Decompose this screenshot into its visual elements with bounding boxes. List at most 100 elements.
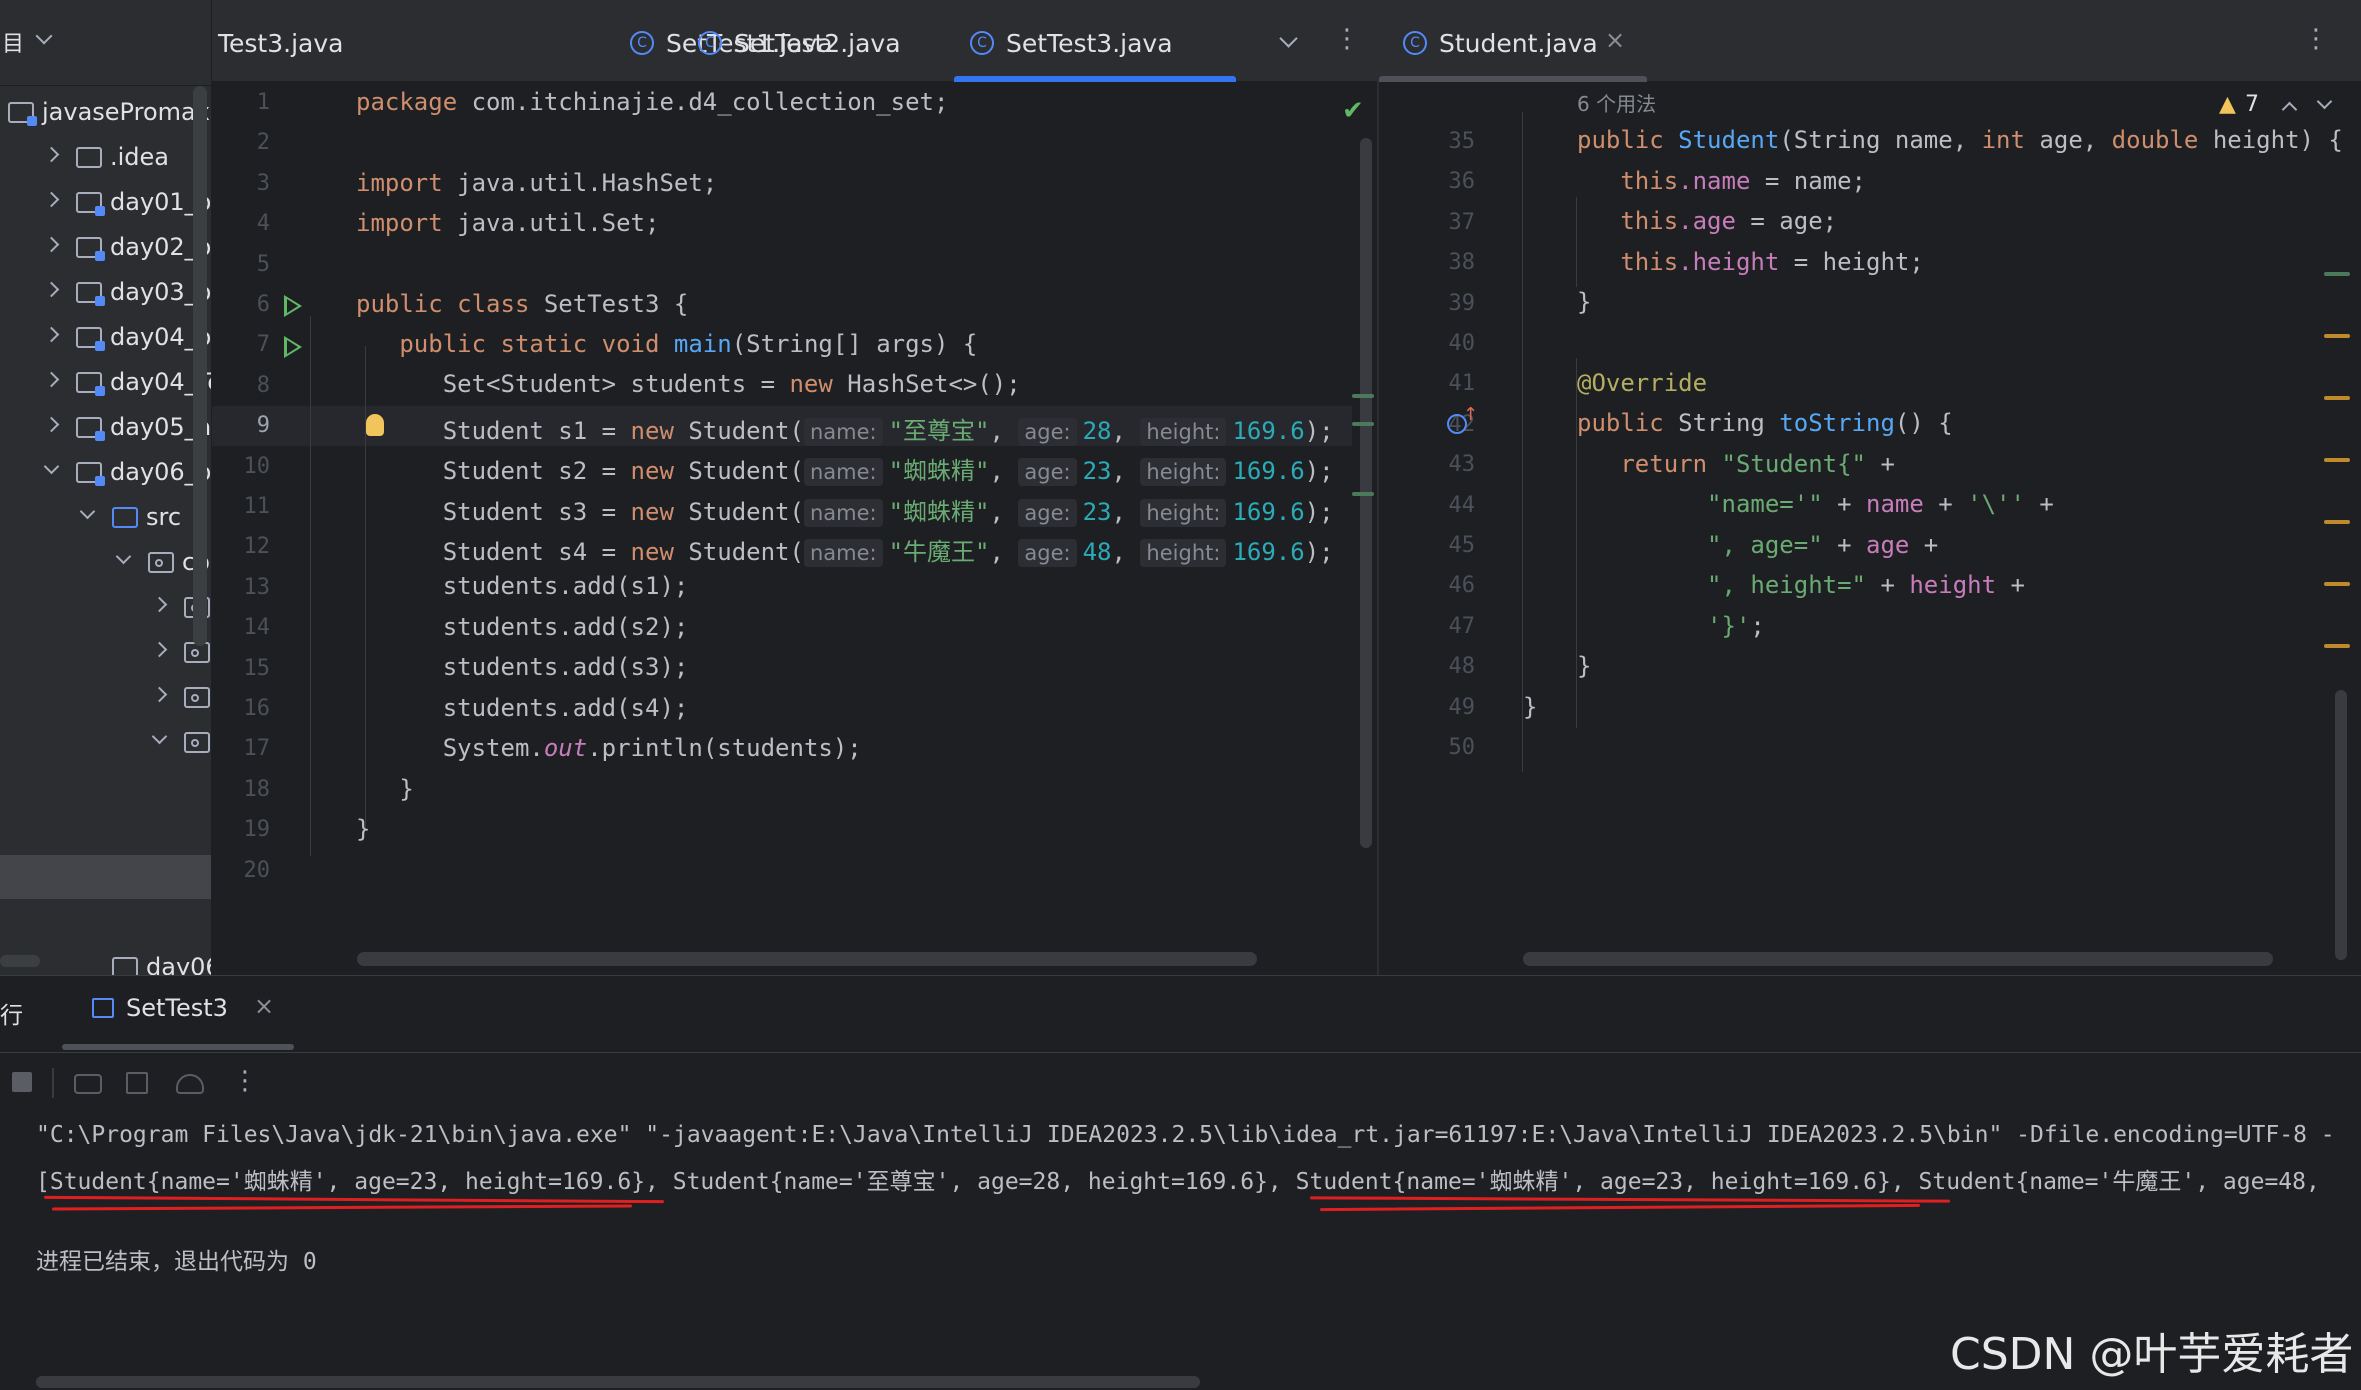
chevron-right-icon[interactable]: [43, 281, 60, 298]
scroll-marker: [1352, 492, 1374, 496]
profiler-icon[interactable]: [176, 1074, 204, 1094]
code-line-44: "name='" + name + '\'' +: [1707, 490, 2054, 518]
warning-icon[interactable]: ▲: [2219, 92, 2236, 117]
more-options-icon[interactable]: ⋮: [2303, 24, 2329, 54]
package-icon: [148, 552, 174, 573]
parameter-hint: age:: [1018, 539, 1077, 568]
chevron-right-icon[interactable]: [43, 146, 60, 163]
chevron-right-icon[interactable]: [151, 596, 168, 613]
tree-item[interactable]: src: [0, 495, 211, 539]
line-number: 46: [1448, 573, 1476, 599]
package-icon: [184, 732, 210, 753]
right-code-editor[interactable]: 35 36 37 38 39 40 41 42 43 44 45 46 47 48 49 50 6 个用法 ▲…: [1379, 82, 2361, 975]
left-code-editor[interactable]: 1 2 3 4 5 6 7 8 9 10 11 12 13 14 15 16 17 18 19 20 ✔ packag…: [212, 82, 1377, 975]
arrow-up-icon: ↑: [1463, 404, 1479, 425]
tab-label: Test3.java: [218, 29, 344, 58]
project-header[interactable]: 目: [0, 0, 211, 86]
parameter-hint: height:: [1140, 498, 1227, 527]
code-line-18: }: [399, 775, 414, 803]
sidebar-horizontal-scrollbar[interactable]: [0, 955, 40, 967]
chevron-down-icon[interactable]: [43, 458, 60, 475]
code-line-3: import java.util.HashSet;: [356, 169, 718, 197]
tree-item[interactable]: day03_oop: [0, 270, 211, 314]
line-number: 41: [1448, 371, 1476, 397]
right-editor-tabbar: C Student.java × ⋮: [1379, 0, 2361, 82]
vertical-scrollbar[interactable]: [2335, 690, 2347, 960]
class-icon: C: [698, 31, 722, 55]
red-underline-annotation: [51, 1204, 633, 1211]
horizontal-scrollbar[interactable]: [1523, 952, 2273, 966]
sidebar-scrollbar[interactable]: [193, 86, 207, 646]
line-number: 11: [243, 494, 271, 519]
tree-item[interactable]: day02_oop: [0, 225, 211, 269]
chevron-up-icon[interactable]: [2281, 101, 2298, 118]
chevron-right-icon[interactable]: [43, 191, 60, 208]
horizontal-scrollbar[interactable]: [36, 1376, 1200, 1388]
run-tab[interactable]: SetTest3 ×: [62, 976, 294, 1050]
chevron-right-icon[interactable]: [43, 236, 60, 253]
chevron-down-icon[interactable]: [151, 728, 168, 745]
tree-item[interactable]: C: [0, 765, 211, 809]
tree-item[interactable]: day04_oop: [0, 315, 211, 359]
red-underline-annotation: [1319, 1203, 1921, 1212]
red-underline-annotation: [1309, 1196, 1951, 1203]
chevron-down-icon[interactable]: [35, 27, 53, 45]
tree-item[interactable]: d1: [0, 585, 211, 629]
tree-item[interactable]: day01_oop: [0, 180, 211, 224]
line-number: 13: [243, 574, 271, 600]
folder-icon: [112, 957, 138, 975]
tree-item-label: .idea: [110, 143, 170, 171]
more-options-icon[interactable]: ⋮: [1334, 24, 1360, 54]
indent-guide: [1522, 112, 1523, 772]
chevron-down-icon[interactable]: [115, 548, 132, 565]
line-number: 39: [1448, 290, 1476, 316]
chevron-right-icon[interactable]: [151, 641, 168, 658]
tab-label: Student.java: [1439, 29, 1598, 58]
usages-hint[interactable]: 6 个用法: [1577, 88, 1656, 117]
line-number: 5: [256, 251, 270, 277]
chevron-down-icon[interactable]: [79, 503, 96, 520]
scroll-marker: [2324, 272, 2350, 276]
line-number: 19: [243, 817, 271, 843]
camera-icon[interactable]: [74, 1074, 102, 1094]
run-main-icon[interactable]: [284, 336, 302, 358]
tab-label: SetTest3.java: [1006, 29, 1173, 58]
close-icon[interactable]: ×: [1605, 26, 1625, 54]
folder-icon: [76, 147, 102, 168]
tree-item[interactable]: javasePromax: [0, 90, 211, 134]
chevron-down-icon[interactable]: [1279, 29, 1298, 48]
tree-item[interactable]: d4: [0, 720, 211, 764]
tree-item[interactable]: day05_api: [0, 405, 211, 449]
line-number: 36: [1448, 169, 1476, 195]
tab-student[interactable]: C Student.java ×: [1379, 0, 1647, 82]
close-icon[interactable]: ×: [254, 992, 274, 1020]
line-number: 10: [243, 453, 271, 479]
tree-item[interactable]: com.i: [0, 540, 211, 584]
tree-item[interactable]: day04_Tes: [0, 360, 211, 404]
import-icon[interactable]: [126, 1072, 148, 1094]
tree-item[interactable]: d2: [0, 630, 211, 674]
more-options-icon[interactable]: ⋮: [232, 1066, 258, 1096]
tree-item[interactable]: C: [0, 855, 211, 899]
horizontal-scrollbar[interactable]: [357, 952, 1257, 966]
chevron-right-icon[interactable]: [43, 416, 60, 433]
chevron-right-icon[interactable]: [43, 371, 60, 388]
tab-settest3[interactable]: C SetTest3.java ×: [954, 0, 1428, 82]
line-number: 4: [256, 211, 270, 237]
chevron-right-icon[interactable]: [43, 326, 60, 343]
tree-item[interactable]: d3: [0, 675, 211, 719]
tree-item[interactable]: C: [0, 900, 211, 944]
stop-icon[interactable]: [12, 1072, 32, 1092]
indent-guide: [310, 316, 311, 856]
tree-item[interactable]: day06_oop: [0, 450, 211, 494]
line-number: 3: [256, 170, 270, 196]
line-number: 16: [243, 696, 271, 721]
code-line-45: ", age=" + age +: [1707, 531, 1939, 559]
red-underline-annotation: [43, 1195, 665, 1204]
chevron-down-icon[interactable]: [2316, 93, 2333, 110]
tree-item[interactable]: C: [0, 810, 211, 854]
tree-item[interactable]: .idea: [0, 135, 211, 179]
code-line-17: System.out.println(students);: [442, 734, 862, 762]
run-class-icon[interactable]: [284, 295, 302, 317]
chevron-right-icon[interactable]: [151, 686, 168, 703]
